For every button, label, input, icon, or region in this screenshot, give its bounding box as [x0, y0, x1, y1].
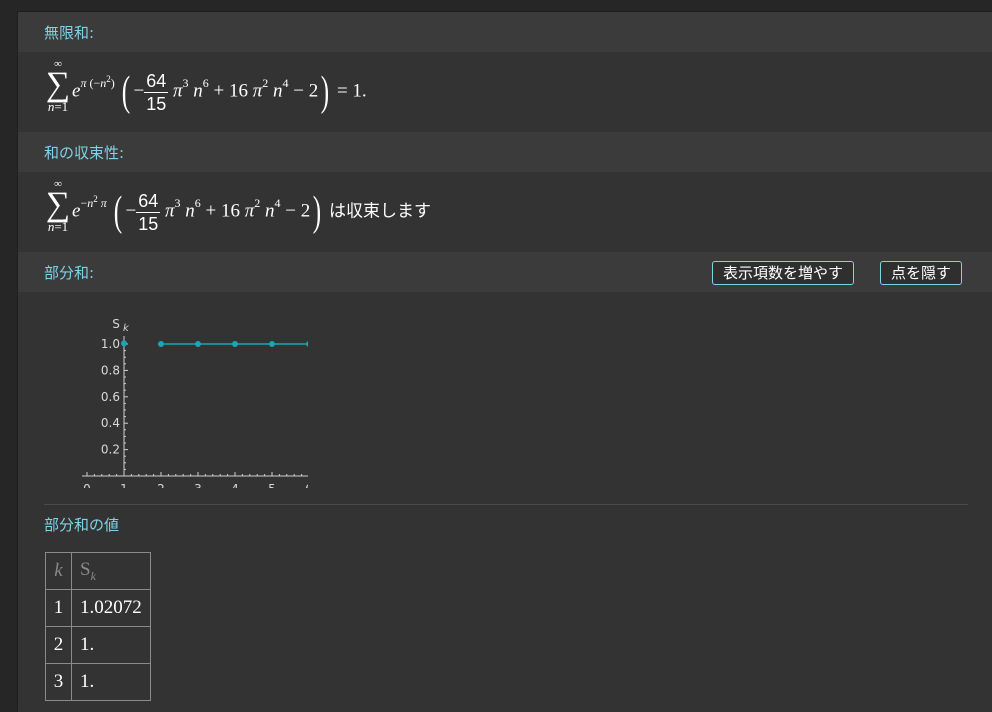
header-k: k	[45, 552, 72, 590]
data-point	[195, 341, 201, 347]
x-tick-label: 3	[194, 482, 202, 488]
data-point	[269, 341, 275, 347]
x-tick-label: 0	[83, 482, 91, 488]
divider	[44, 504, 968, 505]
table-row: 3 1.	[45, 663, 151, 701]
x-tick-label: 4	[231, 482, 239, 488]
data-point	[232, 341, 238, 347]
convergence-text: は収束します	[328, 201, 431, 222]
more-terms-button[interactable]: 表示項数を増やす	[712, 261, 855, 285]
convergence-title: 和の収束性:	[44, 144, 125, 162]
cell-k: 1	[45, 589, 72, 627]
cell-s: 1.	[71, 626, 151, 664]
table-row: 1 1.02072	[45, 589, 151, 627]
x-tick-label: 1	[120, 482, 128, 488]
data-point	[306, 341, 308, 347]
x-tick-label: 2	[157, 482, 165, 488]
y-tick-label: 0.8	[101, 363, 120, 377]
sum-symbol: ∞ ∑ n=1	[45, 58, 71, 114]
infinite-sum-formula: ∞ ∑ n=1 eπ (−n2) (−64 15 π3 n6 + 16 π2 n4…	[45, 58, 367, 115]
y-axis-label-sub: k	[123, 323, 130, 334]
convergence-formula: ∞ ∑ n=1 e−n2 π (−64 15 π3 n6 + 16 π2 n4 −…	[45, 178, 431, 235]
partial-sums-title: 部分和:	[44, 264, 95, 282]
x-tick-label: 5	[268, 482, 276, 488]
convergence-header: 和の収束性:	[18, 132, 992, 172]
cell-k: 2	[45, 626, 72, 664]
partial-sums-table: k Sk 1 1.02072 2 1. 3 1.	[45, 552, 151, 701]
sum-symbol: ∞ ∑ n=1	[45, 178, 71, 234]
cell-k: 3	[45, 663, 72, 701]
data-point	[158, 341, 164, 347]
y-tick-label: 1.0	[101, 337, 120, 351]
y-tick-label: 0.2	[101, 443, 120, 457]
cell-s: 1.	[71, 663, 151, 701]
result-panel: 無限和: ∞ ∑ n=1 eπ (−n2) (−64 15 π3 n6 + 16 …	[18, 12, 992, 712]
sum-result: = 1.	[336, 80, 367, 102]
table-row: 2 1.	[45, 626, 151, 664]
infinite-sum-title: 無限和:	[44, 24, 95, 42]
header-s: Sk	[71, 552, 151, 590]
infinite-sum-header: 無限和:	[18, 12, 992, 52]
x-tick-label: 6	[305, 482, 308, 488]
y-tick-label: 0.6	[101, 390, 120, 404]
y-tick-label: 0.4	[101, 416, 120, 430]
hide-points-button[interactable]: 点を隠す	[880, 261, 963, 285]
data-point	[121, 340, 127, 347]
table-header-row: k Sk	[45, 552, 151, 590]
values-title: 部分和の値	[44, 516, 120, 534]
partial-sums-chart: 01234560.20.40.60.81.0Skk	[82, 317, 308, 488]
y-axis-label: S	[112, 317, 120, 331]
cell-s: 1.02072	[71, 589, 151, 627]
